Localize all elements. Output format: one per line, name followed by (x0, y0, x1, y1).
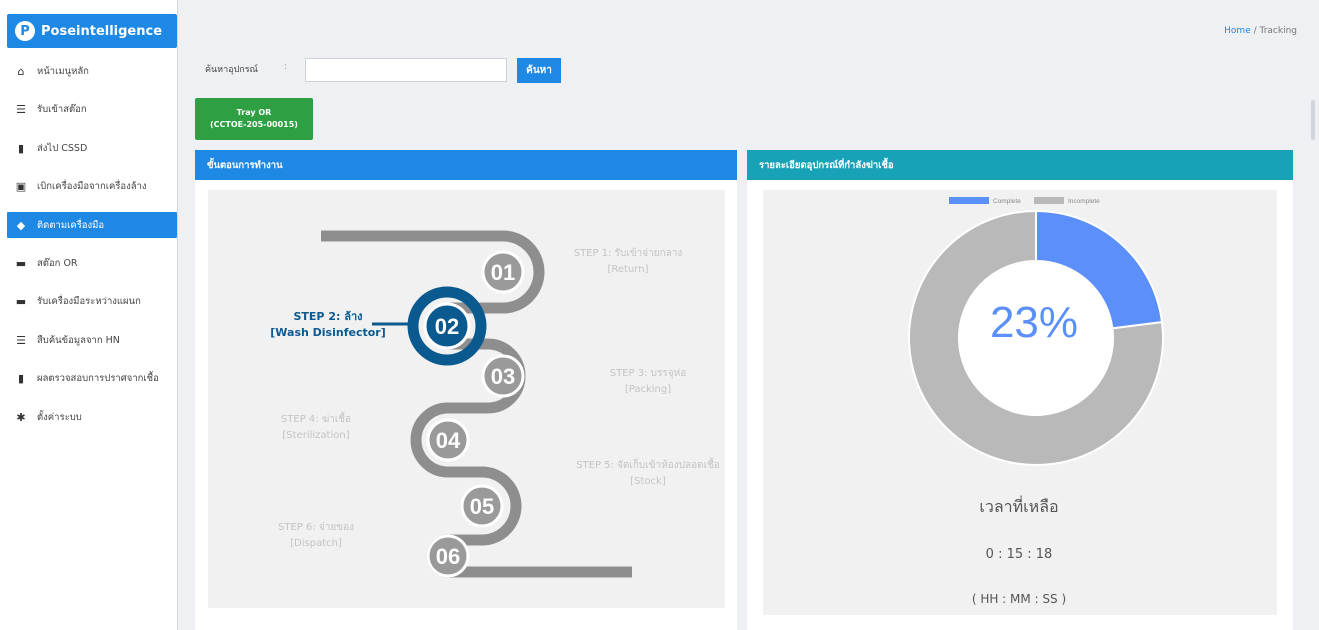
tag-icon: ◆ (16, 218, 26, 232)
sidebar-item-3[interactable]: ▣ เบิกเครื่องมือจากเครื่องล้าง (7, 168, 177, 207)
sidebar-item-label: ติดตามเครื่องมือ (37, 219, 105, 231)
step-label: STEP 1: รับเข้าจ่ายกลาง (574, 247, 683, 259)
folder-icon: ▬ (15, 256, 27, 270)
step-sublabel: [Wash Disinfector] (270, 326, 385, 339)
sidebar-item-label: เบิกเครื่องมือจากเครื่องล้าง (37, 181, 147, 193)
sidebar-item-7[interactable]: ☰ สืบค้นข้อมูลจาก HN (7, 321, 177, 360)
file-icon: ▮ (17, 141, 25, 155)
time-remaining-value: 0 : 15 : 18 (986, 547, 1053, 562)
workflow-steps-panel: 01 02 03 04 05 06 STEP 1: รับเข้าจ่ายกลาง [Ret… (208, 190, 725, 608)
brand-logo-icon: P (15, 21, 35, 41)
progress-percent-label: 23% (990, 298, 1078, 347)
step-sublabel: [Sterilization] (282, 430, 349, 441)
sidebar-item-label: ผลตรวจสอบการปราศจากเชื้อ (37, 373, 159, 385)
list-icon: ☰ (16, 333, 26, 347)
sterilization-progress-card: รายละเอียดอุปกรณ์ที่กำลังฆ่าเชื้อ Comple… (747, 150, 1293, 630)
tray-badge-code: (CCTOE-205-00015) (210, 120, 298, 129)
search-input[interactable] (305, 58, 507, 82)
legend-label-incomplete: Incomplete (1068, 198, 1100, 205)
time-format-hint: ( HH : MM : SS ) (972, 592, 1066, 606)
sidebar-item-label: รับเครื่องมือระหว่างแผนก (37, 296, 141, 308)
step-sublabel: [Stock] (630, 476, 666, 487)
time-remaining-title: เวลาที่เหลือ (979, 495, 1058, 516)
step-number: 03 (491, 364, 515, 389)
step-label: STEP 3: บรรจุห่อ (610, 368, 686, 379)
search-label: ค้นหาอุปกรณ์ (205, 65, 258, 75)
step-label: STEP 2: ล้าง (293, 310, 362, 323)
document-icon: ▮ (17, 372, 25, 386)
page-scrollbar[interactable] (1311, 100, 1315, 140)
tray-badge-title: Tray OR (236, 108, 272, 117)
brand-logo[interactable]: P Poseintelligence (7, 14, 177, 48)
sidebar-item-6[interactable]: ▬ รับเครื่องมือระหว่างแผนก (7, 283, 177, 322)
sidebar-item-label: สต๊อก OR (37, 257, 78, 269)
sidebar-item-label: สืบค้นข้อมูลจาก HN (37, 334, 120, 346)
sidebar-item-5[interactable]: ▬ สต๊อก OR (7, 244, 177, 283)
legend-swatch-complete (949, 197, 989, 204)
step-label: STEP 6: จ่ายของ (278, 522, 354, 533)
sidebar-item-label: ส่งไป CSSD (37, 142, 88, 154)
sidebar-item-1[interactable]: ☰ รับเข้าสต๊อก (7, 91, 177, 130)
sidebar-item-8[interactable]: ▮ ผลตรวจสอบการปราศจากเชื้อ (7, 360, 177, 399)
legend-label-complete: Complete (993, 198, 1021, 205)
sidebar-item-label: หน้าเมนูหลัก (37, 65, 89, 77)
sidebar-item-0[interactable]: ⌂ หน้าเมนูหลัก (7, 52, 177, 91)
sidebar-item-9[interactable]: ✱ ตั้งค่าระบบ (7, 398, 177, 437)
breadcrumb-current: Tracking (1259, 26, 1297, 36)
sidebar-item-2[interactable]: ▮ ส่งไป CSSD (7, 129, 177, 168)
progress-donut-chart: Complete Incomplete 23% เวลาที่เหลือ 0 :… (908, 197, 1164, 606)
workflow-steps-card: ขั้นตอนการทำงาน 01 02 03 04 05 06 STEP 1… (195, 150, 737, 630)
step-number: 05 (470, 494, 494, 519)
window-icon: ▣ (15, 180, 27, 194)
brand-name: Poseintelligence (41, 23, 163, 39)
breadcrumb-separator: / (1253, 26, 1257, 36)
step-label: STEP 5: จัดเก็บเข้าห้องปลอดเชื้อ (576, 457, 720, 471)
step-number: 06 (436, 544, 460, 569)
home-icon: ⌂ (17, 64, 25, 78)
breadcrumb-home[interactable]: Home (1224, 26, 1251, 36)
step-sublabel: [Packing] (625, 384, 671, 395)
search-colon: : (284, 62, 288, 72)
step-number: 04 (436, 428, 461, 453)
step-sublabel: [Return] (608, 264, 649, 275)
tray-badge[interactable]: Tray OR (CCTOE-205-00015) (195, 98, 313, 140)
search-button[interactable]: ค้นหา (517, 58, 561, 83)
sidebar-item-label: ตั้งค่าระบบ (37, 411, 82, 423)
legend-swatch-incomplete (1034, 197, 1064, 204)
sidebar: P Poseintelligence ⌂ หน้าเมนูหลัก ☰ รับเข้า… (0, 0, 178, 630)
sterilization-progress-title: รายละเอียดอุปกรณ์ที่กำลังฆ่าเชื้อ (747, 150, 1293, 180)
breadcrumb: Home / Tracking (1224, 26, 1297, 36)
sidebar-item-label: รับเข้าสต๊อก (37, 104, 87, 116)
step-sublabel: [Dispatch] (290, 538, 342, 549)
sidebar-nav: ⌂ หน้าเมนูหลัก ☰ รับเข้าสต๊อก ▮ ส่งไป CSSD ▣ เบ… (7, 52, 177, 437)
workflow-steps-title: ขั้นตอนการทำงาน (195, 150, 737, 180)
workflow-steps-diagram: 01 02 03 04 05 06 STEP 1: รับเข้าจ่ายกลาง [Ret… (270, 230, 720, 578)
list-icon: ☰ (16, 103, 26, 117)
sterilization-progress-panel: Complete Incomplete 23% เวลาที่เหลือ 0 :… (763, 190, 1277, 615)
briefcase-icon: ▬ (15, 295, 27, 309)
gear-icon: ✱ (16, 410, 26, 424)
step-number: 01 (491, 260, 515, 285)
step-label: STEP 4: ฆ่าเชื้อ (281, 411, 351, 425)
sidebar-item-4[interactable]: ◆ ติดตามเครื่องมือ (7, 212, 177, 238)
step-number: 02 (435, 314, 459, 339)
